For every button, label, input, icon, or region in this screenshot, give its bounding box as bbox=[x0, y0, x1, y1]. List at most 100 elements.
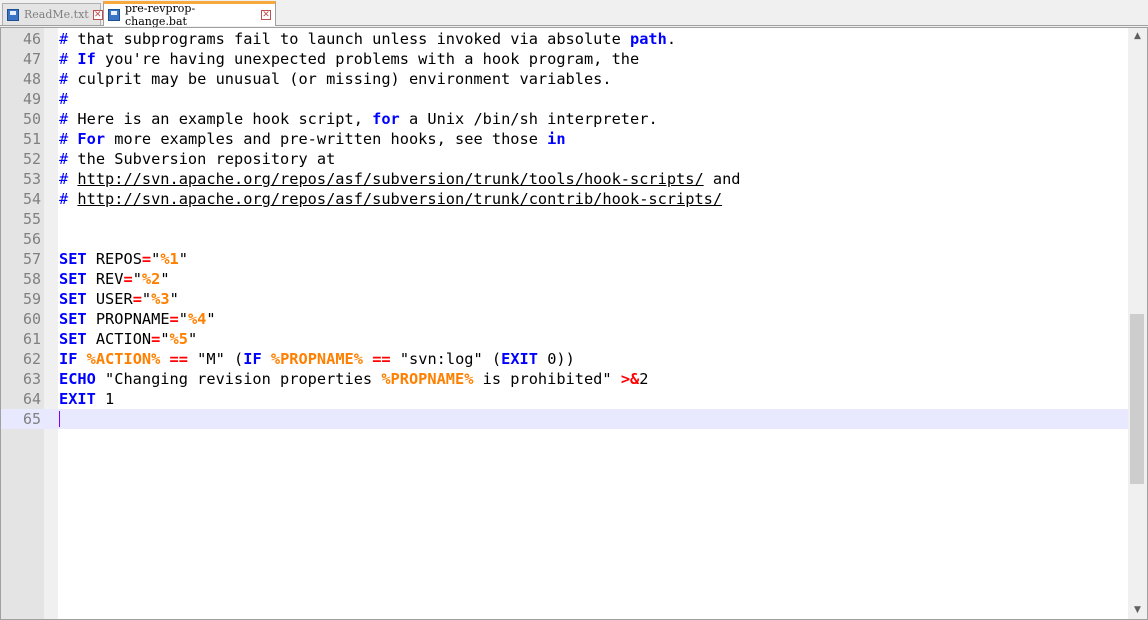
code-token: Here is an example hook script, bbox=[77, 110, 373, 128]
tab-readme[interactable]: ReadMe.txt ✕ bbox=[2, 3, 103, 25]
line-text[interactable]: # Here is an example hook script, for a … bbox=[59, 109, 658, 129]
code-token: more examples and pre-written hooks, see… bbox=[105, 130, 548, 148]
code-token: . bbox=[666, 30, 677, 48]
line-text[interactable]: SET PROPNAME="%4" bbox=[59, 309, 216, 329]
code-token: 0)) bbox=[537, 350, 575, 368]
code-token: = bbox=[132, 290, 142, 308]
code-token: that subprograms fail to launch unless i… bbox=[77, 30, 630, 48]
line-number: 50 bbox=[22, 110, 41, 128]
code-line[interactable]: 50 # Here is an example hook script, for … bbox=[1, 109, 1128, 129]
line-number: 60 bbox=[22, 310, 41, 328]
code-token: you're having unexpected problems with a… bbox=[95, 50, 640, 68]
code-token: # bbox=[59, 110, 78, 128]
text-caret bbox=[59, 411, 60, 427]
code-token: EXIT bbox=[501, 350, 538, 368]
code-token: SET bbox=[59, 290, 87, 308]
code-token: REPOS bbox=[86, 250, 142, 268]
line-text[interactable]: SET REPOS="%1" bbox=[59, 249, 188, 269]
code-token: == bbox=[169, 350, 188, 368]
code-line[interactable]: 46 # that subprograms fail to launch unle… bbox=[1, 29, 1128, 49]
code-line[interactable]: 54 # http://svn.apache.org/repos/asf/subv… bbox=[1, 189, 1128, 209]
code-line[interactable]: 61 SET ACTION="%5" bbox=[1, 329, 1128, 349]
save-icon bbox=[108, 9, 120, 21]
line-text[interactable]: # http://svn.apache.org/repos/asf/subver… bbox=[59, 189, 722, 209]
code-token: culprit may be unusual (or missing) envi… bbox=[77, 70, 612, 88]
code-token: " bbox=[160, 330, 170, 348]
line-number: 61 bbox=[22, 330, 41, 348]
code-line[interactable]: 58 SET REV="%2" bbox=[1, 269, 1128, 289]
code-token: # bbox=[59, 50, 78, 68]
line-number: 65 bbox=[22, 410, 41, 428]
line-text[interactable]: # For more examples and pre-written hook… bbox=[59, 129, 566, 149]
tab-label: ReadMe.txt bbox=[24, 8, 89, 21]
code-line[interactable]: 59 SET USER="%3" bbox=[1, 289, 1128, 309]
code-token: " bbox=[178, 310, 188, 328]
down-arrow-icon[interactable]: ▼ bbox=[1128, 602, 1147, 619]
code-token: and bbox=[703, 170, 741, 188]
hyperlink[interactable]: http://svn.apache.org/repos/asf/subversi… bbox=[77, 170, 703, 188]
line-text[interactable]: # the Subversion repository at bbox=[59, 149, 335, 169]
line-text[interactable]: SET REV="%2" bbox=[59, 269, 170, 289]
code-token: ACTION bbox=[86, 330, 152, 348]
code-line[interactable]: 56 bbox=[1, 229, 1128, 249]
code-token: # bbox=[59, 70, 78, 88]
code-token: 2 bbox=[639, 370, 649, 388]
code-token: is prohibited" bbox=[473, 370, 621, 388]
line-number: 48 bbox=[22, 70, 41, 88]
code-line[interactable]: 62 IF %ACTION% == "M" (IF %PROPNAME% == "… bbox=[1, 349, 1128, 369]
code-line[interactable]: 51 # For more examples and pre-written ho… bbox=[1, 129, 1128, 149]
editor[interactable]: 46 # that subprograms fail to launch unle… bbox=[0, 27, 1148, 620]
code-lines[interactable]: 46 # that subprograms fail to launch unle… bbox=[1, 29, 1128, 429]
code-token: ECHO bbox=[59, 370, 96, 388]
code-line[interactable]: 47 # If you're having unexpected problems… bbox=[1, 49, 1128, 69]
line-text[interactable]: IF %ACTION% == "M" (IF %PROPNAME% == "sv… bbox=[59, 349, 575, 369]
line-number: 63 bbox=[22, 370, 41, 388]
code-token: # bbox=[59, 90, 69, 108]
line-number: 55 bbox=[22, 210, 41, 228]
tab-pre-revprop-change[interactable]: pre-revprop-change.bat ✕ bbox=[103, 1, 276, 28]
up-arrow-icon[interactable]: ▲ bbox=[1128, 28, 1147, 45]
code-token: # bbox=[59, 150, 78, 168]
code-line[interactable]: 57 SET REPOS="%1" bbox=[1, 249, 1128, 269]
line-text[interactable]: SET USER="%3" bbox=[59, 289, 179, 309]
code-token: SET bbox=[59, 330, 87, 348]
line-text[interactable]: SET ACTION="%5" bbox=[59, 329, 197, 349]
code-token: SET bbox=[59, 310, 87, 328]
close-icon[interactable]: ✕ bbox=[92, 9, 103, 20]
hyperlink[interactable]: http://svn.apache.org/repos/asf/subversi… bbox=[77, 190, 722, 208]
code-token: " bbox=[132, 270, 142, 288]
code-line[interactable]: 49 # bbox=[1, 89, 1128, 109]
line-text[interactable]: # http://svn.apache.org/repos/asf/subver… bbox=[59, 169, 741, 189]
code-token: SET bbox=[59, 250, 87, 268]
code-line[interactable]: 53 # http://svn.apache.org/repos/asf/subv… bbox=[1, 169, 1128, 189]
line-number: 51 bbox=[22, 130, 41, 148]
line-number: 58 bbox=[22, 270, 41, 288]
line-text[interactable]: # bbox=[59, 89, 68, 109]
code-line[interactable]: 55 bbox=[1, 209, 1128, 229]
code-line[interactable]: 60 SET PROPNAME="%4" bbox=[1, 309, 1128, 329]
line-text[interactable]: # that subprograms fail to launch unless… bbox=[59, 29, 676, 49]
line-text[interactable]: ECHO "Changing revision properties %PROP… bbox=[59, 369, 648, 389]
line-text[interactable]: # culprit may be unusual (or missing) en… bbox=[59, 69, 612, 89]
line-number: 57 bbox=[22, 250, 41, 268]
code-line[interactable]: 48 # culprit may be unusual (or missing) … bbox=[1, 69, 1128, 89]
code-token: the Subversion repository at bbox=[77, 150, 336, 168]
code-token: = bbox=[141, 250, 152, 268]
code-token: "svn:log" ( bbox=[390, 350, 502, 368]
line-text[interactable]: EXIT 1 bbox=[59, 389, 114, 409]
code-token: # bbox=[59, 190, 78, 208]
code-line[interactable]: 65 bbox=[1, 409, 1128, 429]
code-line[interactable]: 52 # the Subversion repository at bbox=[1, 149, 1128, 169]
scrollbar-thumb[interactable] bbox=[1130, 314, 1144, 484]
code-line[interactable]: 63 ECHO "Changing revision properties %PR… bbox=[1, 369, 1128, 389]
line-number: 64 bbox=[22, 390, 41, 408]
close-icon[interactable]: ✕ bbox=[261, 10, 271, 20]
code-token: " bbox=[151, 250, 161, 268]
line-text[interactable]: # If you're having unexpected problems w… bbox=[59, 49, 639, 69]
code-line[interactable]: 64 EXIT 1 bbox=[1, 389, 1128, 409]
vertical-scrollbar[interactable]: ▲ ▼ bbox=[1128, 28, 1147, 619]
code-token: EXIT bbox=[59, 390, 96, 408]
code-token: %PROPNAME% bbox=[381, 370, 474, 388]
